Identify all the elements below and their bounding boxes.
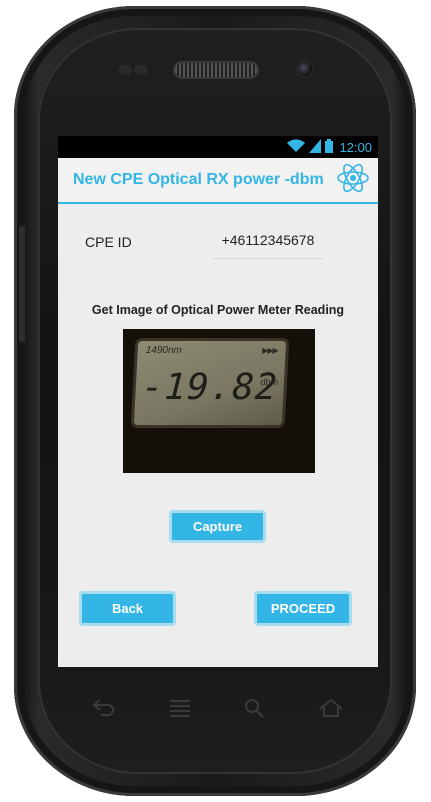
cpe-id-field[interactable]: +46112345678: [213, 232, 323, 259]
back-button[interactable]: Back: [79, 591, 176, 626]
instruction-text: Get Image of Optical Power Meter Reading: [91, 303, 345, 317]
status-time: 12:00: [339, 139, 372, 155]
action-bar: New CPE Optical RX power -dbm: [58, 158, 378, 204]
proceed-button[interactable]: PROCEED: [254, 591, 352, 626]
atom-icon[interactable]: [336, 161, 370, 200]
cpe-id-label: CPE ID: [85, 234, 132, 250]
meter-lcd: 1490nm ▶▶▶ -19.82 dbm: [133, 341, 287, 425]
capture-button[interactable]: Capture: [169, 510, 266, 543]
volume-button: [19, 226, 25, 342]
front-camera: [298, 62, 312, 76]
cpe-id-row: CPE ID +46112345678: [85, 232, 358, 262]
menu-icon[interactable]: [169, 698, 191, 726]
light-sensor: [134, 65, 148, 75]
wifi-icon: [287, 138, 306, 156]
meter-photo: 1490nm ▶▶▶ -19.82 dbm: [123, 329, 315, 473]
meter-unit: dbm: [260, 377, 279, 387]
back-icon[interactable]: [92, 698, 116, 722]
signal-icon: [309, 138, 322, 156]
earpiece-speaker: [175, 63, 257, 77]
proximity-sensor: [118, 65, 132, 75]
page-title: New CPE Optical RX power -dbm: [73, 171, 324, 188]
meter-arrows-icon: ▶▶▶: [261, 346, 278, 355]
battery-icon: [325, 138, 334, 156]
home-icon[interactable]: [318, 698, 344, 724]
status-bar: 12:00: [58, 136, 378, 158]
meter-reading: -19.82: [140, 367, 279, 408]
meter-wavelength: 1490nm: [145, 345, 183, 356]
screen: 12:00 New CPE Optical RX power -dbm CPE …: [58, 136, 378, 667]
search-icon[interactable]: [244, 698, 264, 724]
